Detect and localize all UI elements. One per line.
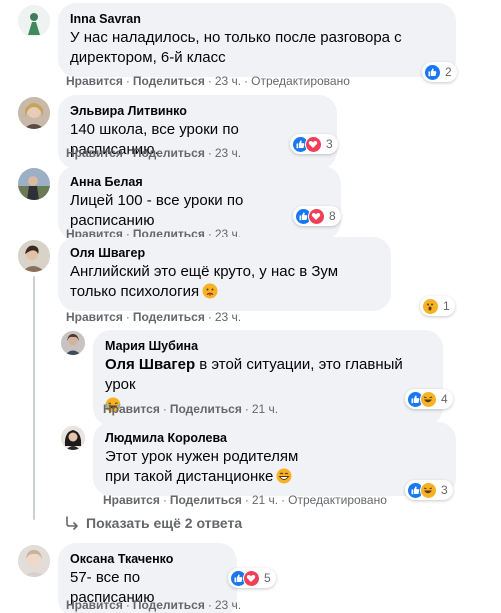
reply-bubble: Людмила Королева Этот урок нужен родител… <box>93 422 456 496</box>
comment-actions: Нравится · Поделиться · 23 ч. · Отредактирован… <box>66 74 350 88</box>
avatar[interactable] <box>61 426 85 450</box>
reaction-summary[interactable]: 1 <box>420 296 455 316</box>
comment-actions: Нравится · Поделиться · 23 ч. <box>66 598 242 612</box>
wow-reaction-icon <box>422 297 439 315</box>
mention-link[interactable]: Оля Швагер <box>105 356 195 373</box>
reply-text-body: Этот урок нужен родителям при такой дист… <box>105 448 299 485</box>
comment-author[interactable]: Эльвира Литвинко <box>70 103 325 119</box>
avatar[interactable] <box>18 240 50 272</box>
love-reaction-icon <box>243 569 260 587</box>
like-button[interactable]: Нравится <box>66 598 123 612</box>
reaction-count: 3 <box>326 137 333 151</box>
grinning-emoji-icon <box>276 468 292 484</box>
avatar[interactable] <box>18 545 50 577</box>
edited-label[interactable]: Отредактировано <box>251 74 350 88</box>
avatar[interactable] <box>18 97 50 129</box>
thread-line <box>33 276 35 520</box>
share-button[interactable]: Поделиться <box>170 402 242 416</box>
comment-text: У нас наладилось, но только после разгов… <box>70 29 402 66</box>
reaction-summary[interactable]: 3 <box>290 134 338 154</box>
share-button[interactable]: Поделиться <box>133 146 205 160</box>
like-button[interactable]: Нравится <box>103 402 160 416</box>
reply-arrow-icon <box>66 516 78 530</box>
edited-label[interactable]: Отредактировано <box>288 493 387 507</box>
like-button[interactable]: Нравится <box>66 74 123 88</box>
reaction-summary[interactable]: 5 <box>228 568 276 588</box>
comment-time[interactable]: 23 ч. <box>215 310 241 324</box>
comment-time[interactable]: 23 ч. <box>215 598 241 612</box>
share-button[interactable]: Поделиться <box>133 74 205 88</box>
comment-author[interactable]: Анна Белая <box>70 174 329 190</box>
reply-actions: Нравится · Поделиться · 21 ч. · Отредактирован… <box>103 493 387 507</box>
reaction-summary[interactable]: 2 <box>422 62 457 82</box>
reply-time[interactable]: 21 ч. <box>252 493 278 507</box>
reaction-count: 1 <box>443 299 450 313</box>
reaction-count: 5 <box>264 571 271 585</box>
reply-author[interactable]: Людмила Королева <box>105 430 444 446</box>
reply-text: Этот урок нужен родителям при такой дист… <box>105 447 325 487</box>
reaction-count: 4 <box>441 392 448 406</box>
comment-time[interactable]: 23 ч. <box>215 146 241 160</box>
sad-face-emoji-icon <box>202 283 218 299</box>
like-button[interactable]: Нравится <box>103 493 160 507</box>
like-button[interactable]: Нравится <box>66 146 123 160</box>
avatar[interactable] <box>18 5 50 37</box>
comment-author[interactable]: Оксана Ткаченко <box>70 551 225 567</box>
comment-bubble: Оля Швагер Английский это ещё круто, у н… <box>58 237 391 311</box>
reaction-count: 2 <box>445 65 452 79</box>
like-button[interactable]: Нравится <box>66 310 123 324</box>
comment-time[interactable]: 23 ч. <box>215 74 241 88</box>
haha-reaction-icon <box>420 390 437 408</box>
love-reaction-icon <box>305 135 322 153</box>
reply-time[interactable]: 21 ч. <box>252 402 278 416</box>
reaction-count: 3 <box>441 483 448 497</box>
reaction-summary[interactable]: 3 <box>405 480 453 500</box>
reaction-summary[interactable]: 8 <box>293 206 341 226</box>
haha-reaction-icon <box>420 481 437 499</box>
reaction-count: 8 <box>329 209 336 223</box>
comment-actions: Нравится · Поделиться · 23 ч. <box>66 310 242 324</box>
show-more-label: Показать ещё 2 ответа <box>86 515 243 531</box>
like-reaction-icon <box>424 63 441 81</box>
reply-actions: Нравится · Поделиться · 21 ч. <box>103 402 279 416</box>
reply-text: Оля Швагер в этой ситуации, это главный … <box>105 355 431 395</box>
share-button[interactable]: Поделиться <box>170 493 242 507</box>
reply-author[interactable]: Мария Шубина <box>105 338 431 354</box>
comment-text: Английский это ещё круто, у нас в Зум то… <box>70 262 379 302</box>
reaction-summary[interactable]: 4 <box>405 389 453 409</box>
comment-bubble: Inna Savran У нас наладилось, но только … <box>58 3 456 77</box>
avatar[interactable] <box>18 168 50 200</box>
comment-author[interactable]: Оля Швагер <box>70 245 379 261</box>
show-more-replies-button[interactable]: Показать ещё 2 ответа <box>64 514 242 532</box>
share-button[interactable]: Поделиться <box>133 310 205 324</box>
love-reaction-icon <box>308 207 325 225</box>
comment-actions: Нравится · Поделиться · 23 ч. <box>66 146 242 160</box>
comment-text: Лицей 100 - все уроки по расписанию <box>70 192 244 229</box>
avatar[interactable] <box>61 331 85 355</box>
share-button[interactable]: Поделиться <box>133 598 205 612</box>
comment-author[interactable]: Inna Savran <box>70 11 444 27</box>
